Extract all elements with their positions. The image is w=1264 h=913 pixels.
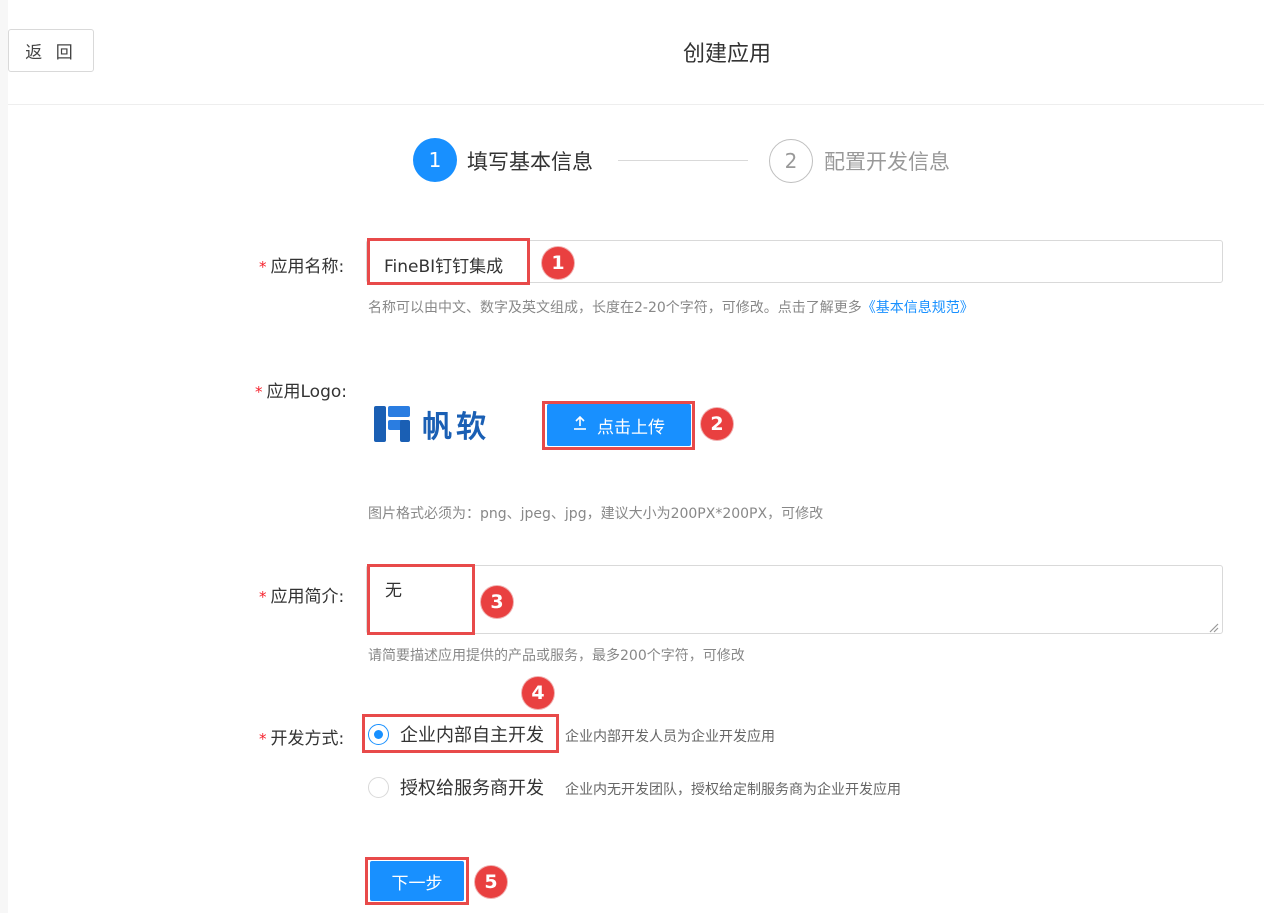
step-1-label: 填写基本信息	[467, 150, 593, 174]
required-mark: *	[259, 258, 267, 276]
app-name-hint: 名称可以由中文、数字及英文组成，长度在2-20个字符，可修改。点击了解更多《基本…	[368, 300, 974, 316]
app-name-label: * 应用名称:	[259, 257, 345, 277]
annotation-badge-3: 3	[481, 586, 513, 618]
required-mark: *	[255, 383, 263, 401]
required-mark: *	[259, 588, 267, 606]
app-logo-hint: 图片格式必须为：png、jpeg、jpg，建议大小为200PX*200PX，可修…	[368, 506, 824, 522]
app-logo-preview: 帆软	[372, 402, 490, 446]
step-connector	[618, 160, 748, 161]
left-gutter	[0, 0, 8, 913]
annotation-box-2	[542, 401, 695, 450]
required-mark: *	[259, 730, 267, 748]
step-1-indicator: 1	[413, 138, 457, 182]
header-divider	[8, 104, 1264, 105]
radio-vendor-dev-desc: 企业内无开发团队，授权给定制服务商为企业开发应用	[565, 782, 901, 798]
page-title: 创建应用	[682, 42, 771, 67]
fanruan-logo-icon	[372, 402, 414, 446]
annotation-badge-5: 5	[475, 866, 507, 898]
radio-vendor-dev[interactable]	[368, 777, 389, 798]
annotation-box-1	[367, 238, 530, 285]
radio-vendor-dev-label[interactable]: 授权给服务商开发	[400, 774, 544, 800]
app-intro-hint: 请简要描述应用提供的产品或服务，最多200个字符，可修改	[368, 648, 745, 664]
logo-text: 帆软	[422, 410, 490, 445]
annotation-badge-4: 4	[522, 677, 554, 709]
app-intro-label: * 应用简介:	[259, 587, 345, 607]
step-2-label: 配置开发信息	[824, 150, 950, 174]
resize-grip-icon[interactable]	[1207, 618, 1219, 633]
dev-mode-label: * 开发方式:	[259, 729, 345, 749]
basic-info-spec-link[interactable]: 《基本信息规范》	[862, 300, 974, 316]
app-logo-label: * 应用Logo:	[255, 382, 347, 402]
radio-internal-dev-desc: 企业内部开发人员为企业开发应用	[565, 729, 775, 745]
annotation-box-5	[365, 857, 469, 905]
step-2-indicator: 2	[769, 139, 813, 183]
annotation-box-3	[367, 564, 475, 635]
annotation-box-4	[362, 714, 559, 753]
annotation-badge-1: 1	[542, 247, 574, 279]
annotation-badge-2: 2	[701, 408, 733, 440]
